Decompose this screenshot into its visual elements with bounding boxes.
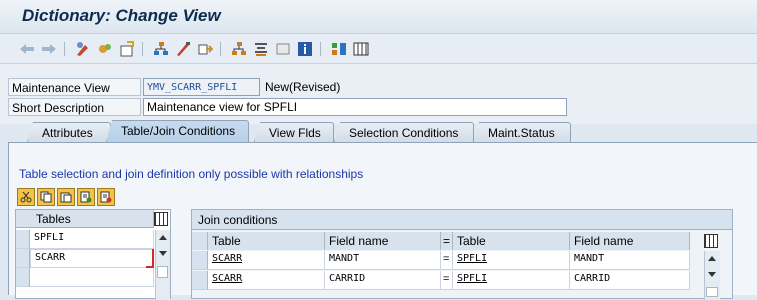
where-used-icon[interactable] [230, 40, 248, 58]
toolbar-separator [142, 42, 143, 56]
join-field2-cell[interactable]: CARRID [570, 271, 690, 290]
short-description-label: Short Description [8, 98, 141, 116]
column-header-table-2: Table [453, 232, 570, 250]
activate-icon[interactable] [118, 40, 136, 58]
tables-column-header: Tables [16, 210, 154, 228]
join-table2-cell[interactable]: SPFLI [453, 271, 570, 290]
application-toolbar [0, 34, 757, 64]
check-icon[interactable] [174, 40, 192, 58]
title-bar: Dictionary: Change View [0, 0, 757, 34]
tab-maint-status[interactable]: Maint.Status [473, 122, 571, 142]
join-scrollbar[interactable] [704, 251, 720, 300]
toolbar-separator [64, 42, 65, 56]
join-conditions-title: Join conditions [192, 210, 732, 230]
row-selector[interactable] [16, 268, 30, 287]
row-selector[interactable] [16, 230, 30, 249]
table-grid-icon[interactable] [352, 40, 370, 58]
row-selector[interactable] [16, 249, 30, 268]
graphic-icon[interactable] [330, 40, 348, 58]
tab-content-panel: Table selection and join definition only… [8, 142, 757, 300]
toolbar-separator [220, 42, 221, 56]
tab-strip: Attributes Table/Join Conditions View Fl… [0, 120, 757, 142]
object-list-icon[interactable] [252, 40, 270, 58]
join-table1-cell[interactable]: SCARR [208, 251, 325, 270]
select-all-corner[interactable] [192, 232, 208, 250]
tab-view-flds[interactable]: View Flds [254, 122, 334, 142]
tab-attributes[interactable]: Attributes [27, 122, 111, 142]
table-row[interactable]: SCARR [30, 249, 154, 268]
scroll-thumb[interactable] [706, 287, 718, 297]
insert-row-icon[interactable] [77, 188, 95, 206]
table-icon[interactable] [274, 40, 292, 58]
column-header-equals: = [441, 232, 453, 250]
tables-header-label: Tables [36, 212, 71, 226]
join-conditions-title-text: Join conditions [198, 213, 278, 227]
scroll-down-icon[interactable] [159, 251, 167, 256]
relationship-hint: Table selection and join definition only… [19, 167, 364, 181]
scroll-down-icon[interactable] [708, 272, 716, 277]
info-icon[interactable] [296, 40, 314, 58]
tables-scrollbar[interactable] [155, 230, 170, 300]
scroll-up-icon[interactable] [159, 235, 167, 240]
column-header-table: Table [208, 232, 325, 250]
paste-icon[interactable] [57, 188, 75, 206]
join-equals-cell: = [441, 271, 453, 290]
display-change-icon[interactable] [74, 40, 92, 58]
cut-icon[interactable] [17, 188, 35, 206]
join-table1-cell[interactable]: SCARR [208, 271, 325, 290]
toolbar-separator [320, 42, 321, 56]
join-equals-cell: = [441, 251, 453, 270]
join-field2-cell[interactable]: MANDT [570, 251, 690, 270]
column-settings-icon[interactable] [704, 234, 718, 248]
test-icon[interactable] [196, 40, 214, 58]
maintenance-view-field[interactable]: YMV_SCARR_SPFLI [143, 78, 260, 96]
back-arrow-icon[interactable] [18, 40, 36, 58]
scroll-thumb[interactable] [157, 266, 168, 278]
header-form: Maintenance View YMV_SCARR_SPFLI New(Rev… [0, 64, 757, 124]
table-row[interactable]: SPFLI [30, 230, 154, 249]
scroll-up-icon[interactable] [708, 256, 716, 261]
field-focus-marker [146, 249, 154, 268]
window-title: Dictionary: Change View [22, 6, 221, 25]
column-header-field-name-2: Field name [570, 232, 690, 250]
maintenance-view-label: Maintenance View [8, 78, 141, 96]
join-field1-cell[interactable]: MANDT [325, 251, 441, 270]
row-selector[interactable] [192, 271, 208, 290]
row-selector[interactable] [192, 251, 208, 270]
join-conditions-panel: Join conditions Table Field name = Table… [191, 209, 733, 300]
forward-arrow-icon[interactable] [40, 40, 58, 58]
tab-table-join-conditions[interactable]: Table/Join Conditions [106, 120, 249, 142]
join-field1-cell[interactable]: CARRID [325, 271, 441, 290]
hierarchy-icon[interactable] [152, 40, 170, 58]
other-object-icon[interactable] [96, 40, 114, 58]
join-table2-cell[interactable]: SPFLI [453, 251, 570, 270]
column-header-field-name: Field name [325, 232, 441, 250]
delete-row-icon[interactable] [97, 188, 115, 206]
short-description-field[interactable]: Maintenance view for SPFLI [143, 98, 567, 116]
tables-list: Tables SPFLI SCARR [15, 209, 171, 300]
status-text: New(Revised) [265, 80, 341, 94]
table-row[interactable] [30, 268, 154, 287]
tab-selection-conditions[interactable]: Selection Conditions [334, 122, 474, 142]
copy-icon[interactable] [37, 188, 55, 206]
column-settings-icon[interactable] [154, 212, 168, 226]
